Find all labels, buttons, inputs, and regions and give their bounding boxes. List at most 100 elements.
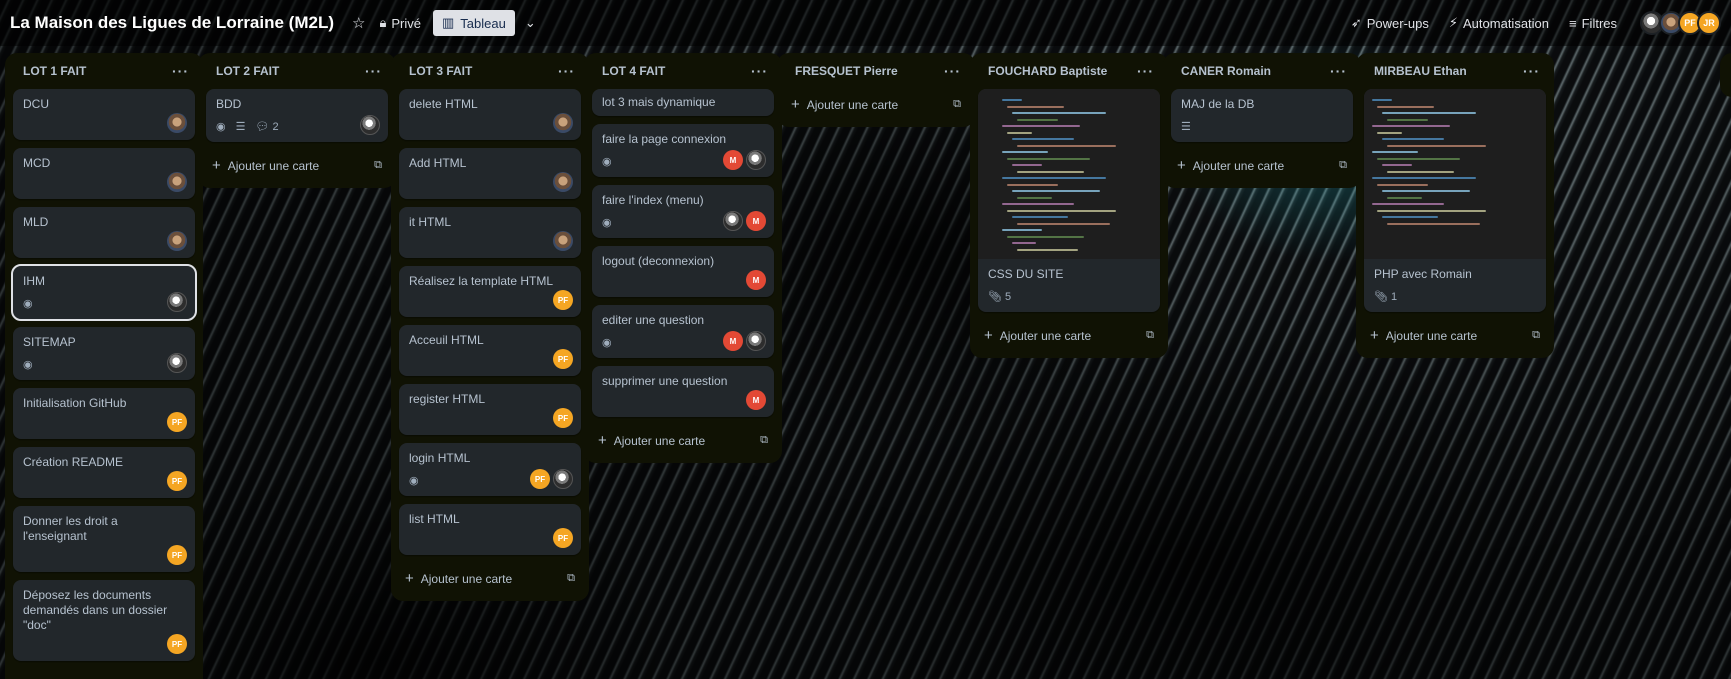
member-avatar[interactable] xyxy=(553,469,573,489)
card-template-icon[interactable]: ⧉ xyxy=(374,159,382,172)
member-avatar[interactable] xyxy=(167,292,187,312)
member-avatar[interactable] xyxy=(360,115,380,135)
more-icon[interactable]: ··· xyxy=(1137,63,1154,79)
board-members[interactable]: PF JR xyxy=(1640,11,1721,35)
card[interactable]: Création README PF xyxy=(13,447,195,498)
card[interactable]: faire la page connexion ◉ M xyxy=(592,124,774,177)
member-avatar[interactable]: M xyxy=(746,211,766,231)
add-list-peek[interactable] xyxy=(1720,53,1731,97)
card[interactable]: Réalisez la template HTML PF xyxy=(399,266,581,317)
card[interactable]: logout (deconnexion) M xyxy=(592,246,774,297)
member-avatar[interactable] xyxy=(167,231,187,251)
card[interactable]: MLD xyxy=(13,207,195,258)
board-title[interactable]: La Maison des Ligues de Lorraine (M2L) xyxy=(10,13,334,33)
card-template-icon[interactable]: ⧉ xyxy=(567,572,575,585)
list-title[interactable]: LOT 2 FAIT xyxy=(216,64,279,78)
member-avatar[interactable]: M xyxy=(746,270,766,290)
member-avatar[interactable]: M xyxy=(723,150,743,170)
card-template-icon[interactable]: ⧉ xyxy=(1339,159,1347,172)
member-avatar[interactable] xyxy=(553,231,573,251)
add-card-button[interactable]: +Ajouter une carte⧉ xyxy=(13,669,195,679)
card[interactable]: PHP avec Romain 📎︎ 1 xyxy=(1364,89,1546,312)
list-7: MIRBEAU Ethan ··· PHP avec Romain 📎︎ 1 + Ajou… xyxy=(1356,53,1554,358)
member-avatar[interactable] xyxy=(746,331,766,351)
list-title[interactable]: MIRBEAU Ethan xyxy=(1374,64,1467,78)
member-avatar[interactable] xyxy=(553,172,573,192)
member-avatar[interactable] xyxy=(723,211,743,231)
add-card-button[interactable]: +Ajouter une carte⧉ xyxy=(1364,320,1546,350)
more-icon[interactable]: ··· xyxy=(944,63,961,79)
list-title[interactable]: FOUCHARD Baptiste xyxy=(988,64,1107,78)
card[interactable]: DCU xyxy=(13,89,195,140)
more-icon[interactable]: ··· xyxy=(1330,63,1347,79)
member-avatar[interactable]: M xyxy=(746,390,766,410)
comment-count: 2 xyxy=(272,120,279,133)
member-avatar[interactable]: PF xyxy=(167,634,187,654)
card-template-icon[interactable]: ⧉ xyxy=(1532,329,1540,342)
add-card-button[interactable]: +Ajouter une carte⧉ xyxy=(785,89,967,119)
member-avatar[interactable]: PF xyxy=(553,408,573,428)
add-card-button[interactable]: +Ajouter une carte⧉ xyxy=(1171,150,1353,180)
member-avatar[interactable]: JR xyxy=(1697,11,1721,35)
member-avatar[interactable] xyxy=(746,150,766,170)
card[interactable]: Donner les droit a l'enseignant PF xyxy=(13,506,195,572)
card-members: PF xyxy=(167,634,187,654)
automation-button[interactable]: ⚡︎ Automatisation xyxy=(1449,15,1549,31)
card[interactable]: CSS DU SITE 📎︎ 5 xyxy=(978,89,1160,312)
add-card-button[interactable]: +Ajouter une carte⧉ xyxy=(399,563,581,593)
powerups-button[interactable]: ➶ Power-ups xyxy=(1351,15,1429,31)
more-icon[interactable]: ··· xyxy=(751,63,768,79)
plus-icon: + xyxy=(19,676,28,679)
member-avatar[interactable]: PF xyxy=(553,349,573,369)
member-avatar[interactable] xyxy=(167,113,187,133)
more-icon[interactable]: ··· xyxy=(558,63,575,79)
card[interactable]: lot 3 mais dynamique xyxy=(592,89,774,116)
member-avatar[interactable] xyxy=(167,353,187,373)
list-title[interactable]: CANER Romain xyxy=(1181,64,1271,78)
card[interactable]: faire l'index (menu) ◉ M xyxy=(592,185,774,238)
filters-button[interactable]: ≡ Filtres xyxy=(1569,16,1617,31)
visibility-button[interactable]: 🔒︎ Privé xyxy=(379,15,421,31)
view-board-button[interactable]: ▥ Tableau xyxy=(433,10,515,36)
list-title[interactable]: LOT 1 FAIT xyxy=(23,64,86,78)
card[interactable]: it HTML xyxy=(399,207,581,258)
card[interactable]: delete HTML xyxy=(399,89,581,140)
card[interactable]: Add HTML xyxy=(399,148,581,199)
card[interactable]: register HTML PF xyxy=(399,384,581,435)
list-title[interactable]: FRESQUET Pierre xyxy=(795,64,898,78)
member-avatar[interactable]: PF xyxy=(167,545,187,565)
star-icon[interactable]: ☆ xyxy=(352,14,365,32)
more-icon[interactable]: ··· xyxy=(1523,63,1540,79)
member-avatar[interactable]: PF xyxy=(167,471,187,491)
list-title[interactable]: LOT 4 FAIT xyxy=(602,64,665,78)
member-avatar[interactable] xyxy=(167,172,187,192)
member-avatar[interactable]: PF xyxy=(530,469,550,489)
member-avatar[interactable]: M xyxy=(723,331,743,351)
card[interactable]: MAJ de la DB ☰ xyxy=(1171,89,1353,142)
card[interactable]: SITEMAP ◉ xyxy=(13,327,195,380)
card-template-icon[interactable]: ⧉ xyxy=(760,434,768,447)
card[interactable]: BDD ◉ ☰ 💬︎ 2 xyxy=(206,89,388,142)
card[interactable]: IHM ◉ xyxy=(11,264,197,321)
member-avatar[interactable] xyxy=(553,113,573,133)
more-icon[interactable]: ··· xyxy=(172,63,189,79)
add-card-button[interactable]: +Ajouter une carte⧉ xyxy=(592,425,774,455)
card[interactable]: list HTML PF xyxy=(399,504,581,555)
chevron-down-icon[interactable]: ⌄ xyxy=(525,15,536,31)
member-avatar[interactable]: PF xyxy=(553,528,573,548)
member-avatar[interactable]: PF xyxy=(167,412,187,432)
card[interactable]: editer une question ◉ M xyxy=(592,305,774,358)
list-title[interactable]: LOT 3 FAIT xyxy=(409,64,472,78)
more-icon[interactable]: ··· xyxy=(365,63,382,79)
card[interactable]: login HTML ◉ PF xyxy=(399,443,581,496)
card-template-icon[interactable]: ⧉ xyxy=(1146,329,1154,342)
add-card-button[interactable]: +Ajouter une carte⧉ xyxy=(206,150,388,180)
card[interactable]: MCD xyxy=(13,148,195,199)
member-avatar[interactable]: PF xyxy=(553,290,573,310)
add-card-button[interactable]: +Ajouter une carte⧉ xyxy=(978,320,1160,350)
card[interactable]: Déposez les documents demandés dans un d… xyxy=(13,580,195,661)
card[interactable]: Acceuil HTML PF xyxy=(399,325,581,376)
card[interactable]: Initialisation GitHub PF xyxy=(13,388,195,439)
card-template-icon[interactable]: ⧉ xyxy=(953,98,961,111)
card[interactable]: supprimer une question M xyxy=(592,366,774,417)
